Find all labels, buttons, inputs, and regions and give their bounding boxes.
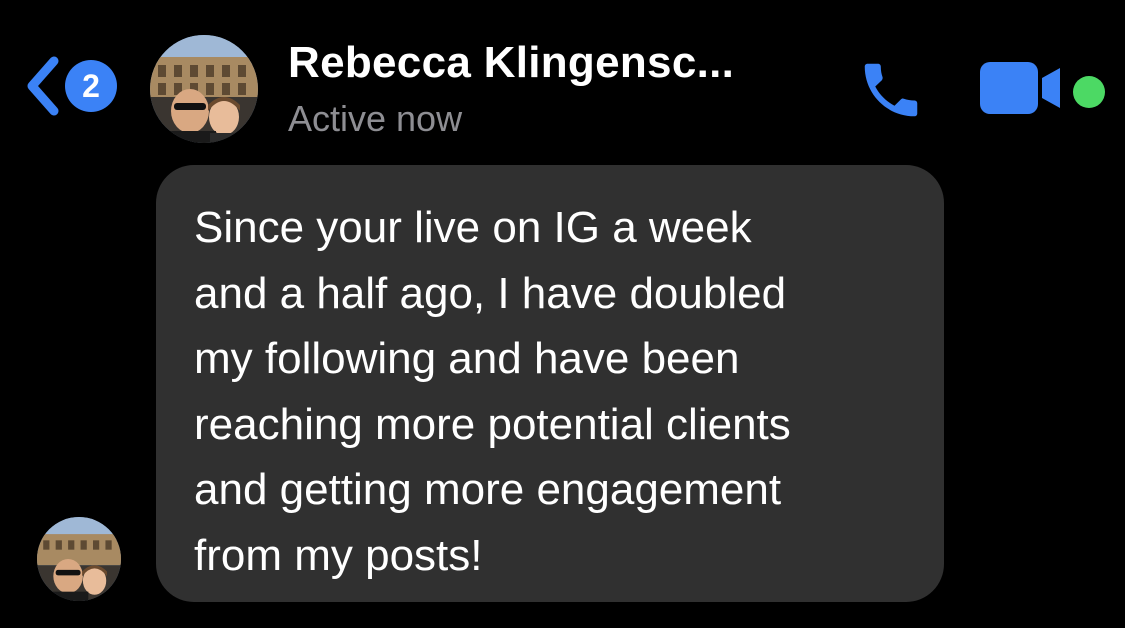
contact-avatar[interactable]	[150, 35, 258, 143]
video-camera-icon	[980, 62, 1060, 114]
active-status: Active now	[288, 98, 463, 139]
phone-icon	[864, 63, 918, 117]
online-indicator	[1073, 76, 1105, 108]
sender-avatar[interactable]	[37, 517, 121, 601]
message-text: Since your live on IG a week and a half …	[194, 203, 791, 580]
message-bubble[interactable]: Since your live on IG a week and a half …	[156, 165, 944, 602]
back-button[interactable]: 2	[24, 55, 124, 117]
unread-count-badge: 2	[65, 60, 117, 112]
chevron-left-icon	[27, 56, 59, 116]
voice-call-button[interactable]	[855, 55, 927, 125]
video-call-button[interactable]	[980, 62, 1088, 114]
chat-header: 2 Rebecca Klingensc... Active now	[0, 0, 1125, 160]
contact-name[interactable]: Rebecca Klingensc...	[288, 38, 734, 88]
avatar-photo	[37, 517, 121, 601]
avatar-photo	[150, 35, 258, 143]
